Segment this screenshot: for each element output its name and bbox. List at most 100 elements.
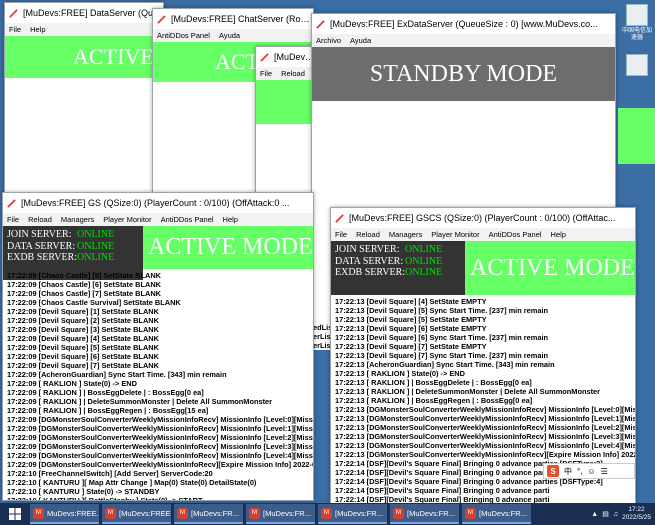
menu-item-reload[interactable]: Reload <box>356 230 380 239</box>
ime-punctuation-toggle[interactable]: °, <box>577 467 582 476</box>
ime-mode-toggle[interactable]: 中 <box>564 466 572 477</box>
menu-item-antiddos[interactable]: AntiDDos Panel <box>157 31 210 40</box>
log-line: 17:22:13 [Devil Square] [5] Sync Start T… <box>335 306 549 315</box>
menubar: File Reload <box>256 67 316 80</box>
menu-item-managers[interactable]: Managers <box>389 230 422 239</box>
taskbar-button-label: [MuDevs:FR... <box>191 508 239 518</box>
menu-item-archivo[interactable]: Archivo <box>316 36 341 45</box>
network-icon[interactable]: ▤ <box>602 510 609 518</box>
taskbar-button-label: MuDevs:FREE... <box>47 508 99 518</box>
ime-logo-icon[interactable]: S <box>547 465 559 477</box>
status-row: DATA SERVER: ONLINE <box>7 240 115 252</box>
status-row: EXDB SERVER: ONLINE <box>335 267 443 278</box>
app-icon <box>157 14 166 24</box>
log-line: 17:22:09 [Devil Square] [2] SetState BLA… <box>7 316 159 325</box>
menu-item-ayuda[interactable]: Ayuda <box>219 31 240 40</box>
log-line: 17:22:09 [Chaos Castle] [6] SetState BLA… <box>7 280 162 289</box>
menu-item-managers[interactable]: Managers <box>61 215 94 224</box>
log-line: 17:22:13 [DGMonsterSoulConverterWeeklyMi… <box>335 441 635 450</box>
gscs-titlebar[interactable]: [MuDevs:FREE] GSCS (QSize:0) (PlayerCoun… <box>331 208 635 228</box>
gs-log-console[interactable]: 17:22:09 [Chaos Castle] [5] SetState BLA… <box>3 269 313 501</box>
menu-item-help[interactable]: Help <box>551 230 566 239</box>
mode-text: ACTIVE MODE <box>148 234 313 260</box>
app-icon <box>335 213 344 223</box>
system-tray: ▲ ▤ ♫ 17:22 2022/5/25 <box>591 506 655 522</box>
log-line: 17:22:09 [AcheronGuardian] Sync Start Ti… <box>7 370 227 379</box>
menu-item-help[interactable]: Help <box>223 215 238 224</box>
mode-text: STANDBY MODE <box>369 60 558 87</box>
app-icon: M <box>393 507 404 519</box>
mode-banner: ACTIVE MODE <box>465 241 635 295</box>
taskbar-button[interactable]: M MuDevs:FREE... <box>30 504 99 524</box>
menu-item-ayuda[interactable]: Ayuda <box>350 36 371 45</box>
window-title: [MuDevs:FREE] DataServer (Queue <box>23 8 163 18</box>
taskbar-button[interactable]: M [MuDevs:FR... <box>462 504 531 524</box>
taskbar-button[interactable]: M [MuDevs:FR... <box>174 504 243 524</box>
gs-titlebar[interactable]: [MuDevs:FREE] GS (QSize:0) (PlayerCount … <box>3 193 313 213</box>
menu-item-file[interactable]: File <box>260 69 272 78</box>
taskbar-button[interactable]: M[MuDevs:FREE... <box>102 504 171 524</box>
taskbar-button-label: [MuDevs:FREE... <box>119 508 171 518</box>
log-line: 17:22:09 [DGMonsterSoulConverterWeeklyMi… <box>7 460 313 469</box>
log-line: 17:22:13 [Devil Square] [7] Sync Start T… <box>335 351 549 360</box>
background-window-strip <box>618 108 655 164</box>
log-line: 17:22:10 [ KANTURU ][ BattleStanby ] Sta… <box>7 496 203 501</box>
log-line: 17:22:13 [Devil Square] [6] SetState EMP… <box>335 324 487 333</box>
status-row: JOIN SERVER: ONLINE <box>7 229 115 240</box>
taskbar-button[interactable]: M [MuDevs:FR... <box>390 504 459 524</box>
menu-item-file[interactable]: File <box>335 230 347 239</box>
desktop-shortcut[interactable]: 中国电信加速器 <box>622 4 652 42</box>
taskbar-button-label: [MuDevs:FR... <box>479 508 527 518</box>
log-line: 17:22:09 [Chaos Castle] [5] SetState BLA… <box>7 271 162 280</box>
start-button[interactable] <box>0 503 30 525</box>
app-icon: M <box>465 507 476 519</box>
log-line: 17:22:09 [ RAKLION ] State(0) -> END <box>7 379 137 388</box>
ime-emoji-icon[interactable]: ☺ <box>587 467 595 476</box>
menu-item-antiddos-panel[interactable]: AntiDDos Panel <box>161 215 214 224</box>
volume-icon[interactable]: ♫ <box>613 511 618 518</box>
chatserver-titlebar[interactable]: [MuDevs:FREE] ChatServer (Room : 0 | ... <box>153 9 313 29</box>
log-line: 17:22:13 [Devil Square] [5] SetState EMP… <box>335 315 487 324</box>
desktop-shortcut-icon <box>626 4 648 26</box>
menubar: File Help <box>5 23 163 36</box>
mode-banner: STANDBY MODE <box>312 47 615 101</box>
menu-item-file[interactable]: File <box>7 215 19 224</box>
log-line: 17:22:09 [DGMonsterSoulConverterWeeklyMi… <box>7 433 313 442</box>
desktop-shortcut[interactable] <box>622 54 652 78</box>
log-line: 17:22:13 [DGMonsterSoulConverterWeeklyMi… <box>335 414 635 423</box>
menu-item-reload[interactable]: Reload <box>281 69 305 78</box>
taskbar-clock[interactable]: 17:22 2022/5/25 <box>622 506 651 522</box>
log-line: 17:22:09 [ RAKLION ] | DeleteSummonMonst… <box>7 397 273 406</box>
menu-item-player-monitor[interactable]: Player Monitor <box>103 215 151 224</box>
log-line: 17:22:13 [ RAKLION ] | BossEggRegen | : … <box>335 396 533 405</box>
window-title: [MuDevs:F <box>274 52 316 62</box>
log-line: 17:22:09 [Devil Square] [1] SetState BLA… <box>7 307 159 316</box>
status-row: DATA SERVER: ONLINE <box>335 255 443 267</box>
app-icon: M <box>33 507 44 519</box>
gs-window: [MuDevs:FREE] GS (QSize:0) (PlayerCount … <box>2 192 314 501</box>
menu-item-reload[interactable]: Reload <box>28 215 52 224</box>
dataserver-titlebar[interactable]: [MuDevs:FREE] DataServer (Queue <box>5 3 163 23</box>
app-icon <box>316 19 325 29</box>
menu-item-player-monitor[interactable]: Player Monitor <box>431 230 479 239</box>
taskbar-button[interactable]: M [MuDevs:FR... <box>318 504 387 524</box>
menu-item-help[interactable]: Help <box>30 25 45 34</box>
status-bar: JOIN SERVER: ONLINE DATA SERVER: ONLINE EX… <box>331 241 635 295</box>
log-line: 17:22:09 [ RAKLION ] | BossEggRegen | : … <box>7 406 209 415</box>
menu-item-antiddos-panel[interactable]: AntiDDos Panel <box>489 230 542 239</box>
small-window-titlebar[interactable]: [MuDevs:F <box>256 47 316 67</box>
log-line: 17:22:13 [DGMonsterSoulConverterWeeklyMi… <box>335 450 635 459</box>
dataserver-window: [MuDevs:FREE] DataServer (Queue File Hel… <box>4 2 164 197</box>
taskbar-button-label: [MuDevs:FR... <box>335 508 383 518</box>
exdataserver-titlebar[interactable]: [MuDevs:FREE] ExDataServer (QueueSize : … <box>312 14 615 34</box>
mode-text: ACTIVE <box>73 44 154 69</box>
log-line: 17:22:13 [Devil Square] [6] Sync Start T… <box>335 333 549 342</box>
tray-arrow-icon[interactable]: ▲ <box>591 511 598 518</box>
gscs-window: [MuDevs:FREE] GSCS (QSize:0) (PlayerCoun… <box>330 207 636 505</box>
menubar: File Reload Managers Player Monitor Anti… <box>3 213 313 226</box>
ime-toolbar[interactable]: S 中 °, ☺ ☰ <box>543 463 635 479</box>
menu-item-file[interactable]: File <box>9 25 21 34</box>
ime-menu-icon[interactable]: ☰ <box>601 467 608 476</box>
taskbar-button[interactable]: M [MuDevs:FR... <box>246 504 315 524</box>
server-status-panel: JOIN SERVER: ONLINE DATA SERVER: ONLINE EX… <box>331 241 465 295</box>
